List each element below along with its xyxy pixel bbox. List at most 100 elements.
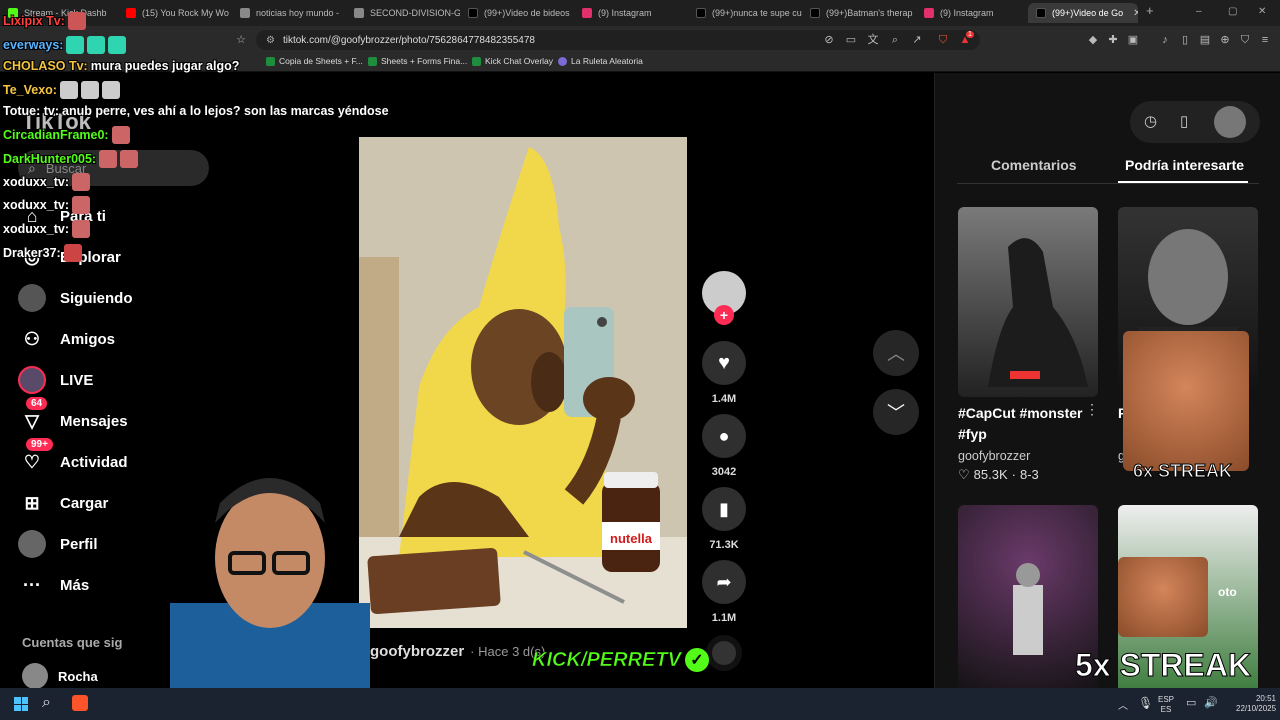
windows-start-icon[interactable] [14,697,28,711]
heart-icon: ♥ [702,341,746,385]
chat-message: DarkHunter005: [3,150,139,168]
sidebar-toggle-icon[interactable]: ▯ [1178,33,1192,47]
like-button[interactable]: ♥ 1.4M [701,341,747,405]
video-card-title[interactable]: #CapCut #monster #fyp [958,403,1088,445]
minimize-icon[interactable]: – [1196,6,1202,17]
wallet-icon[interactable]: ▤ [1198,33,1212,47]
profile-icon [18,530,46,558]
tab-comentarios[interactable]: Comentarios [991,157,1077,173]
follow-plus-icon[interactable]: + [714,305,734,325]
vpn-icon[interactable]: ⊕ [1218,33,1232,47]
sheets-icon [266,56,275,66]
share-icon[interactable]: ↗ [910,33,924,47]
author-avatar-button[interactable]: + [701,271,747,325]
bookmark-item[interactable]: La Ruleta Aleatoria [558,56,643,66]
emote-icon [66,36,85,54]
taskbar-search-icon[interactable]: ⌕ [42,694,51,712]
next-post-button[interactable]: ﹀ [873,389,919,435]
phone-icon[interactable]: ▯ [1180,112,1188,130]
kick-watermark: KICK/PERRETV ✓ [532,648,709,672]
browser-tab[interactable]: (99+)Batman's therap [802,3,916,23]
bookmark-item[interactable]: Sheets + Forms Fina... [368,56,467,66]
browser-tab[interactable]: (9) Instagram [916,3,1028,23]
clock[interactable]: 20:51 22/10/2025 [1236,694,1276,714]
chat-message: xoduxx_tv: [3,220,90,238]
maximize-icon[interactable]: ▢ [1228,6,1237,17]
webcam-overlay [170,463,370,688]
screen-icon[interactable]: ▭ [844,33,858,47]
microphone-icon[interactable]: 🎙 [1138,696,1153,710]
tab-divider [957,183,1259,184]
browser-tab[interactable]: (99+)Video de bideos [460,3,574,23]
extension-icon[interactable]: ◆ [1086,33,1100,47]
browser-tab[interactable]: (15) You Rock My Wo [118,3,232,23]
sidebar-item-cargar[interactable]: ⊞ Cargar [18,489,108,517]
translate-icon[interactable]: 文 [866,33,880,47]
menu-icon[interactable]: ≡ [1258,33,1272,47]
chat-message: CircadianFrame0: [3,126,130,144]
following-account[interactable]: Rocha [22,663,98,689]
chat-message: Lixipix Tv: [3,12,86,30]
volume-icon[interactable]: 🔊 [1204,696,1218,709]
comment-button[interactable]: ● 3042 [701,414,747,478]
avatar [22,663,48,689]
close-window-icon[interactable]: ✕ [1258,6,1266,17]
emote-icon [111,126,130,144]
chat-message: everways: [3,36,127,54]
share-arrow-icon: ➦ [702,560,746,604]
sidebar-item-perfil[interactable]: Perfil [18,530,98,558]
sidebar-item-mensajes[interactable]: ▽ 64 Mensajes [18,397,128,435]
zoom-icon[interactable]: ⌕ [888,33,902,47]
compass-icon[interactable]: ◷ [1144,112,1157,130]
emote-icon [80,81,99,99]
instagram-favicon-icon [924,8,934,18]
chevron-up-icon[interactable]: ︿ [1118,697,1128,712]
sidebar-item-actividad[interactable]: ♡ 99+ Actividad [18,438,128,476]
browser-tab[interactable]: SECOND-DIVISION-G. [346,3,460,23]
save-button[interactable]: ▮ 71.3K [701,487,747,551]
bookmark-star-icon[interactable]: ☆ [234,33,248,47]
video-card-thumbnail[interactable] [958,207,1098,397]
network-icon[interactable]: ▭ [1186,696,1196,709]
new-tab-icon[interactable]: + [1146,3,1154,18]
browser-tab[interactable]: (9) Instagram [574,3,688,23]
tab-podria-interesarte[interactable]: Podría interesarte [1125,157,1244,173]
music-disc-icon[interactable] [706,635,742,671]
window-icon[interactable]: ▣ [1126,33,1140,47]
brave-shield-icon[interactable]: ⛉ [936,33,950,47]
avatar[interactable] [1214,106,1246,138]
sidebar-item-siguiendo[interactable]: Siguiendo [18,284,133,312]
following-icon [18,284,46,312]
upload-icon: ⊞ [24,492,40,513]
browser-tab[interactable]: noticias hoy mundo - [232,3,346,23]
more-options-icon[interactable]: ⋮ [1085,401,1099,418]
browser-tab[interactable]: (99+)nunca te supe cu [688,3,802,23]
post-photo[interactable]: nutella [359,137,687,628]
previous-post-button[interactable]: ︿ [873,330,919,376]
browser-tab-active[interactable]: (99+)Video de Go ✕ [1028,3,1138,23]
bookmark-item[interactable]: Kick Chat Overlay [472,56,553,66]
site-info-icon[interactable]: ⚙ [266,35,275,46]
bookmark-item[interactable]: Copia de Sheets + F... [266,56,363,66]
tiktok-favicon-icon [1036,8,1046,18]
chat-message: Totue: tv: anub perre, ves ahí a lo lejos… [3,104,389,118]
language-indicator[interactable]: ESP ES [1158,695,1174,715]
share-button[interactable]: ➦ 1.1M [701,560,747,624]
shield-icon[interactable]: ⛉ [1238,33,1252,47]
sidebar-item-live[interactable]: LIVE [18,366,93,394]
tracking-icon[interactable]: ⊘ [822,33,836,47]
roulette-icon [558,56,567,66]
post-author[interactable]: goofybrozzer [370,643,464,660]
video-card-user[interactable]: goofybrozzer [958,449,1030,463]
activity-badge: 99+ [26,438,53,451]
music-icon[interactable]: ♪ [1158,33,1172,47]
emote-icon [72,220,90,238]
puzzle-icon[interactable]: ✚ [1106,33,1120,47]
close-tab-icon[interactable]: ✕ [1133,8,1138,19]
brave-taskbar-icon[interactable] [72,695,88,711]
comment-icon: ● [702,414,746,458]
sidebar-item-amigos[interactable]: ⚇ Amigos [18,325,115,353]
sidebar-item-mas[interactable]: ··· Más [18,571,89,599]
emote-icon [72,196,90,214]
streak-emote-face [1118,557,1208,637]
